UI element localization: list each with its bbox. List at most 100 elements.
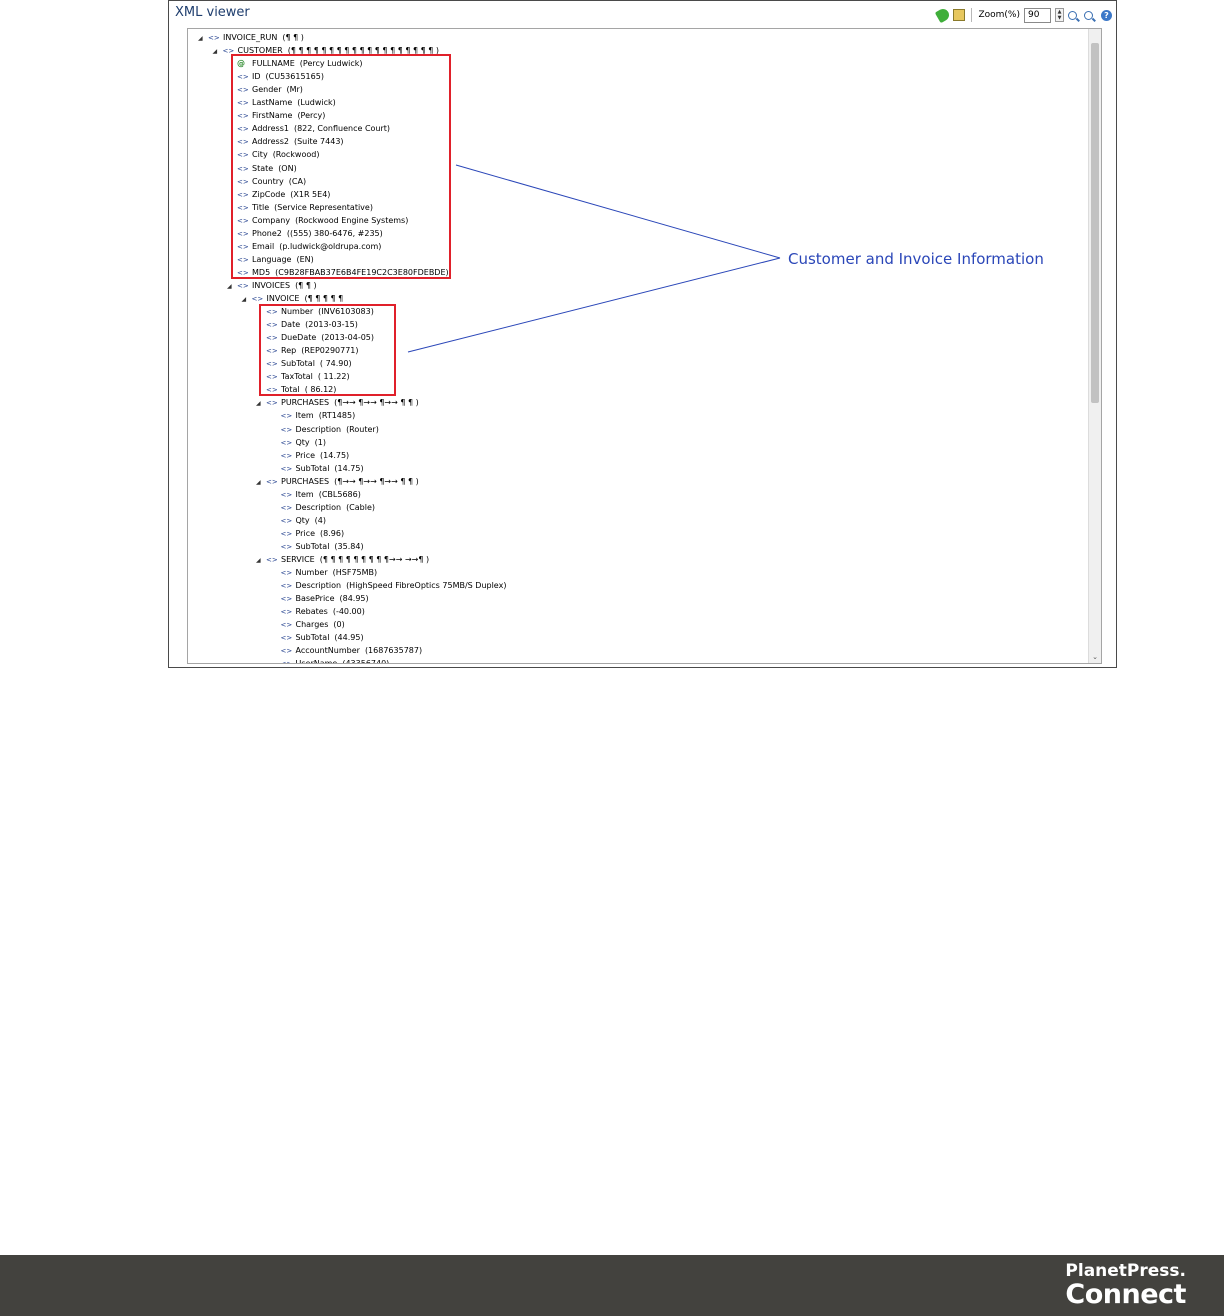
tree-element-node[interactable]: <> Description (HighSpeed FibreOptics 75MB… — [271, 579, 507, 592]
node-value: (43356740) — [342, 659, 390, 664]
node-value: (-40.00) — [332, 607, 365, 617]
spin-up-icon[interactable]: ▲ — [1058, 9, 1062, 15]
node-value: (14.75) — [320, 450, 350, 460]
customer-highlight-box — [231, 54, 451, 279]
toolbar-separator — [971, 8, 973, 22]
node-value: (¶→→ ¶→→ ¶→→ ¶ ¶ ) — [334, 398, 419, 408]
tree-element-node[interactable]: ◢ <> PURCHASES (¶→→ ¶→→ ¶→→ ¶ ¶ ) — [256, 475, 419, 488]
zoom-out-icon[interactable] — [1084, 10, 1093, 20]
node-value: (Router) — [346, 424, 379, 434]
callout-label: Customer and Invoice Information — [788, 250, 1044, 268]
element-tag-icon: <> — [280, 595, 293, 604]
tree-element-node[interactable]: <> SubTotal (14.75) — [271, 462, 364, 475]
node-name: PURCHASES — [281, 398, 330, 408]
element-tag-icon: <> — [280, 634, 293, 643]
expand-toggle-icon[interactable]: ◢ — [213, 45, 223, 58]
element-tag-icon: <> — [280, 608, 293, 617]
vertical-scrollbar[interactable]: ⌄ — [1088, 29, 1101, 663]
element-tag-icon: <> — [280, 438, 293, 447]
tag-icon[interactable] — [935, 6, 952, 24]
node-value: (¶ ¶ ) — [282, 33, 304, 42]
node-value: (44.95) — [334, 633, 364, 643]
element-tag-icon: <> — [208, 34, 220, 42]
tree-element-node[interactable]: ◢ <> PURCHASES (¶→→ ¶→→ ¶→→ ¶ ¶ ) — [256, 396, 419, 409]
zoom-input[interactable] — [1024, 7, 1051, 23]
node-value: (35.84) — [334, 541, 364, 551]
tree-element-node[interactable]: <> Price (8.96) — [271, 527, 345, 540]
xml-viewer-titlebar: XML viewer Zoom(%) ▲ ▼ ? — [169, 1, 1116, 27]
expand-toggle-icon[interactable]: ◢ — [256, 476, 266, 489]
node-name: Charges — [295, 620, 329, 630]
node-name: INVOICE — [266, 294, 300, 303]
element-tag-icon: <> — [280, 582, 293, 591]
scrollbar-thumb[interactable] — [1091, 43, 1099, 403]
node-name: Qty — [295, 437, 310, 447]
node-name: INVOICE_RUN — [223, 33, 278, 42]
element-tag-icon: <> — [280, 621, 293, 630]
tree-element-node[interactable]: <> SubTotal (35.84) — [271, 540, 364, 553]
node-value: (RT1485) — [318, 411, 356, 421]
node-name: SubTotal — [295, 541, 330, 551]
node-name: SubTotal — [295, 633, 330, 643]
xml-tree-icon[interactable] — [953, 9, 966, 21]
tree-element-node[interactable]: ◢ <> SERVICE (¶ ¶ ¶ ¶ ¶ ¶ ¶ ¶ ¶→→ →→¶) — [256, 553, 429, 566]
node-name: UserName — [295, 659, 338, 664]
scroll-up-icon[interactable] — [1089, 29, 1101, 41]
brand-line2: Connect — [1065, 1279, 1186, 1310]
node-value: (84.95) — [339, 594, 369, 604]
tree-element-node[interactable]: <> Number (HSF75MB) — [271, 566, 378, 579]
tree-element-node[interactable]: <> Description (Router) — [271, 423, 379, 436]
tree-element-node[interactable]: <> SubTotal (44.95) — [271, 631, 364, 644]
element-tag-icon: <> — [281, 658, 296, 663]
node-value: (1687635787) — [364, 646, 423, 656]
node-name: Item — [295, 489, 314, 499]
element-tag-icon: <> — [280, 516, 293, 525]
node-name: Qty — [295, 515, 310, 525]
tree-element-node[interactable]: ◢ <> INVOICES (¶ ¶ ) — [227, 279, 317, 292]
zoom-in-icon[interactable] — [1068, 10, 1077, 20]
element-tag-icon: <> — [266, 399, 278, 408]
tree-element-node[interactable]: <> AccountNumber (1687635787) — [271, 644, 423, 657]
node-name: Description — [295, 502, 342, 512]
expand-toggle-icon[interactable]: ◢ — [227, 280, 237, 293]
node-value: (14.75) — [334, 463, 364, 473]
scroll-down-icon[interactable]: ⌄ — [1089, 651, 1101, 663]
expand-toggle-icon[interactable]: ◢ — [256, 554, 266, 567]
expand-toggle-icon[interactable]: ◢ — [198, 32, 208, 45]
tree-element-node[interactable]: <> Description (Cable) — [271, 501, 376, 514]
expand-toggle-icon[interactable]: ◢ — [256, 397, 266, 410]
tree-element-node[interactable]: <> Qty (1) — [271, 436, 327, 449]
help-icon[interactable]: ? — [1101, 9, 1112, 21]
node-value: (HSF75MB) — [332, 568, 378, 578]
node-name: Price — [295, 450, 316, 460]
node-value: (¶→→ ¶→→ ¶→→ ¶ ¶ ) — [334, 476, 419, 486]
brand-logo: PlanetPress. Connect — [1065, 1263, 1186, 1310]
element-tag-icon: <> — [280, 529, 293, 538]
node-name: Item — [295, 411, 314, 421]
zoom-spinner[interactable]: ▲ ▼ — [1055, 8, 1064, 22]
footer-bar: PlanetPress. Connect — [0, 1255, 1224, 1316]
node-value: (4) — [314, 515, 327, 525]
tree-element-node[interactable]: <> Qty (4) — [271, 514, 327, 527]
tree-element-node[interactable]: <> BasePrice (84.95) — [271, 592, 369, 605]
element-tag-icon: <> — [280, 464, 293, 473]
element-tag-icon: <> — [280, 647, 293, 656]
node-value: (0) — [333, 620, 345, 630]
element-tag-icon: <> — [280, 490, 293, 499]
node-value: (¶ ¶ ¶ ¶ ¶ — [304, 294, 344, 303]
tree-element-node[interactable]: <> Charges (0) — [271, 618, 345, 631]
node-name: Description — [295, 581, 342, 591]
tree-element-node[interactable]: <> Price (14.75) — [271, 449, 350, 462]
spin-down-icon[interactable]: ▼ — [1058, 15, 1062, 21]
expand-toggle-icon[interactable]: ◢ — [242, 293, 252, 306]
tree-element-node[interactable]: <>UserName (43356740) — [271, 657, 390, 664]
tree-element-node[interactable]: <> Item (RT1485) — [271, 409, 356, 422]
node-name: Rebates — [295, 607, 328, 617]
invoice-highlight-box — [259, 304, 396, 396]
tree-element-node[interactable]: <> Rebates (-40.00) — [271, 605, 365, 618]
tree-element-node[interactable]: ◢ <> INVOICE_RUN (¶ ¶ ) — [198, 31, 304, 44]
node-value: (¶ ¶ ¶ ¶ ¶ ¶ ¶ ¶ ¶→→ →→¶ ) — [319, 555, 430, 564]
tree-element-node[interactable]: <> Item (CBL5686) — [271, 488, 361, 501]
xml-viewer-toolbar: Zoom(%) ▲ ▼ ? — [935, 6, 1112, 24]
element-tag-icon: <> — [280, 542, 293, 551]
